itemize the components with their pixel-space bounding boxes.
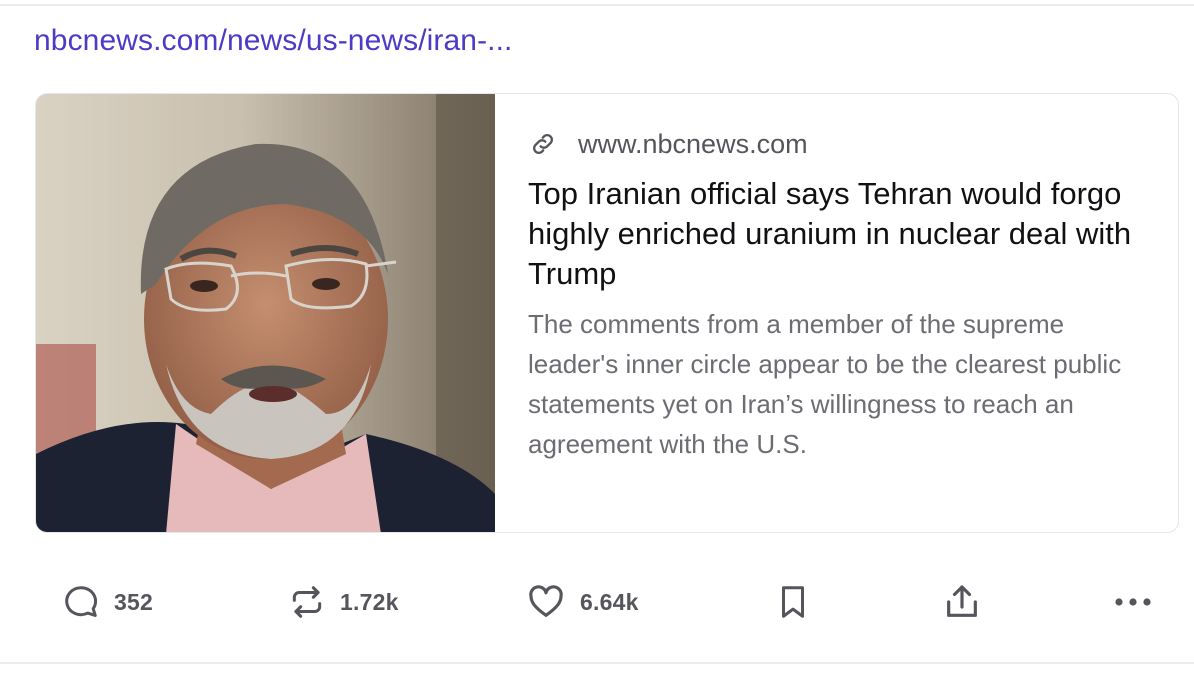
top-divider [0,4,1194,6]
post-actions-bar: 352 1.72k 6.64k [0,572,1194,632]
card-domain: www.nbcnews.com [578,128,808,159]
reply-count: 352 [114,588,153,615]
repost-count: 1.72k [340,588,399,615]
link-icon [528,129,558,159]
bookmark-icon [774,582,812,622]
like-count: 6.64k [580,588,639,615]
card-headline[interactable]: Top Iranian official says Tehran would f… [528,174,1158,294]
bookmark-button[interactable] [774,572,812,632]
more-icon [1112,592,1154,612]
post-url-link[interactable]: nbcnews.com/news/us-news/iran-... [34,24,512,58]
article-thumbnail[interactable] [36,94,495,532]
like-button[interactable]: 6.64k [526,572,639,632]
reply-button[interactable]: 352 [62,572,153,632]
share-button[interactable] [942,572,982,632]
comment-icon [62,583,100,621]
card-description: The comments from a member of the suprem… [528,309,1122,459]
heart-icon [526,582,566,622]
repost-button[interactable]: 1.72k [288,572,399,632]
more-options-button[interactable] [1112,572,1154,632]
card-text: www.nbcnews.com Top Iranian official say… [528,126,1158,464]
link-preview-card[interactable]: www.nbcnews.com Top Iranian official say… [35,93,1179,533]
bottom-divider [0,662,1194,664]
share-icon [942,581,982,623]
card-domain-row: www.nbcnews.com [528,126,1158,162]
repost-icon [288,583,326,621]
